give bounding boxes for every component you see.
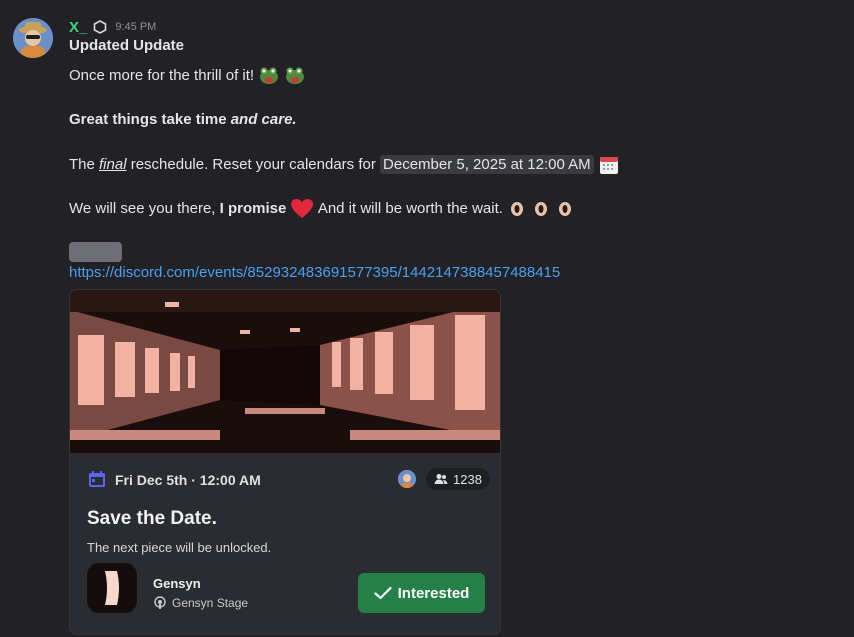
message-header: X_ 9:45 PM	[69, 18, 156, 36]
line4-pre-text: We will see you there,	[69, 199, 220, 217]
checkmark-icon	[374, 586, 392, 600]
event-link[interactable]: https://discord.com/events/8529324836915…	[69, 264, 560, 281]
guild-icon[interactable]	[87, 563, 137, 613]
event-date: Fri Dec 5th · 12:00 AM	[115, 472, 261, 488]
line2-italic-text: and care.	[230, 111, 297, 128]
line2-bold-text: Great things take time	[69, 111, 231, 128]
spoiler-block[interactable]	[69, 242, 122, 262]
stage-location[interactable]: Gensyn Stage	[153, 596, 248, 610]
message-line-3: The final reschedule. Reset your calenda…	[69, 154, 620, 176]
timestamp[interactable]: 9:45 PM	[115, 21, 156, 33]
message-line-1: Once more for the thrill of it!	[69, 66, 306, 86]
red-heart-emoji[interactable]	[290, 198, 314, 220]
guild-name[interactable]: Gensyn	[153, 576, 201, 591]
people-icon	[434, 474, 448, 484]
event-card[interactable]: Fri Dec 5th · 12:00 AM 1238 Save the Dat…	[69, 289, 501, 635]
line3-mid-text: reschedule. Reset your calendars for	[126, 155, 381, 173]
stage-name: Gensyn Stage	[172, 596, 249, 610]
message: X_ 9:45 PM Updated Update Once more for …	[0, 6, 854, 637]
message-line-4: We will see you there, I promise And it …	[69, 198, 575, 220]
interested-count-chip[interactable]: 1238	[426, 468, 490, 490]
host-avatar[interactable]	[398, 470, 416, 488]
calendar-emoji[interactable]	[598, 154, 620, 176]
event-banner-image	[70, 290, 500, 453]
line3-final-text: final	[99, 155, 127, 173]
eyes-emoji[interactable]	[555, 200, 575, 218]
interested-button[interactable]: Interested	[358, 573, 485, 613]
line3-pre-text: The	[69, 155, 100, 173]
author-avatar[interactable]	[13, 18, 53, 58]
interested-count: 1238	[453, 471, 482, 487]
calendar-icon	[89, 471, 105, 487]
event-title: Save the Date.	[87, 508, 217, 529]
eyes-emoji[interactable]	[507, 200, 527, 218]
eyes-emoji[interactable]	[531, 200, 551, 218]
frog-emoji[interactable]	[258, 66, 280, 86]
stage-icon	[154, 596, 166, 609]
message-heading: Updated Update	[69, 37, 185, 54]
line4-bold-text: I promise	[219, 199, 287, 217]
author-name[interactable]: X_	[69, 19, 87, 36]
server-tag-icon[interactable]	[93, 20, 107, 34]
line1-text: Once more for the thrill of it!	[69, 67, 255, 84]
message-line-2: Great things take time and care.	[69, 110, 297, 130]
timestamp-chip[interactable]: December 5, 2025 at 12:00 AM	[380, 154, 594, 174]
frog-emoji[interactable]	[284, 66, 306, 86]
event-description: The next piece will be unlocked.	[87, 540, 272, 555]
interested-label: Interested	[397, 584, 470, 602]
line4-post-text: And it will be worth the wait.	[317, 199, 503, 217]
